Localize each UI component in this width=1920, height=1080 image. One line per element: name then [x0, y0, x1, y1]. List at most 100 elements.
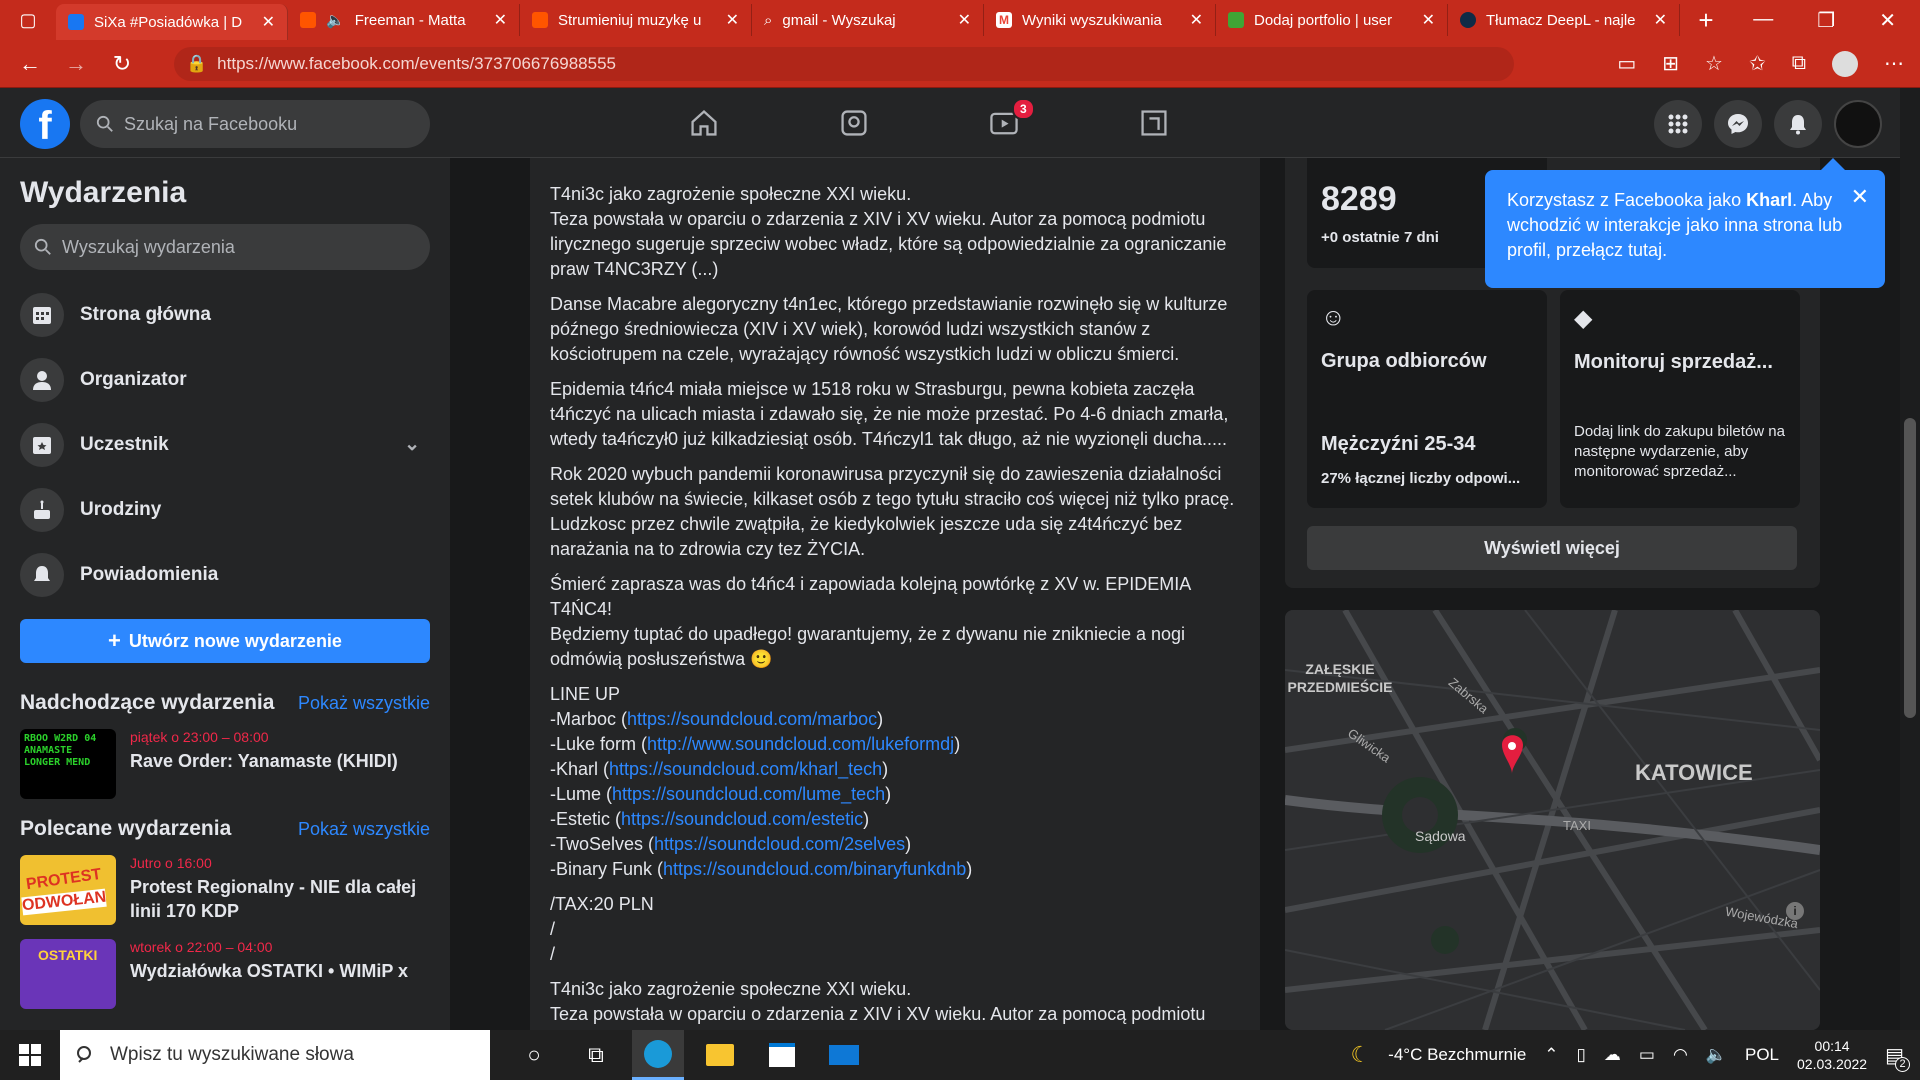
- close-tab-icon[interactable]: ✕: [1654, 10, 1667, 30]
- sidebar-item-participant[interactable]: Uczestnik ⌄: [20, 412, 430, 477]
- favorites-icon[interactable]: ✩: [1749, 51, 1766, 76]
- notifications-icon[interactable]: [1774, 100, 1822, 148]
- lineup-link[interactable]: https://soundcloud.com/2selves: [654, 834, 905, 854]
- lineup-block: LINE UP -Marboc (https://soundcloud.com/…: [550, 682, 1240, 882]
- forward-icon[interactable]: →: [62, 51, 90, 77]
- app-available-icon[interactable]: ▭: [1617, 51, 1636, 76]
- browser-tab-1[interactable]: SiXa #Posiadówka | D ✕: [56, 4, 288, 40]
- more-menu-icon[interactable]: ⋯: [1884, 51, 1904, 76]
- lineup-link[interactable]: https://soundcloud.com/estetic: [621, 809, 863, 829]
- bell-icon: [1790, 115, 1806, 135]
- close-tab-icon[interactable]: ✕: [262, 12, 275, 32]
- messenger-icon[interactable]: [1714, 100, 1762, 148]
- create-event-button[interactable]: + Utwórz nowe wydarzenie: [20, 619, 430, 663]
- sales-card[interactable]: ◆ Monitoruj sprzedaż... Dodaj link do za…: [1560, 290, 1800, 508]
- pages-nav-button[interactable]: [810, 88, 898, 158]
- close-icon[interactable]: ✕: [1851, 184, 1869, 209]
- facebook-logo-icon[interactable]: f: [20, 99, 70, 149]
- create-event-label: Utwórz nowe wydarzenie: [128, 630, 342, 651]
- close-tab-icon[interactable]: ✕: [726, 10, 739, 30]
- wifi-icon[interactable]: ◠: [1673, 1045, 1688, 1065]
- minimize-icon[interactable]: —: [1753, 8, 1773, 33]
- chevron-down-icon[interactable]: ⌄: [404, 433, 420, 456]
- volume-icon[interactable]: 🔈: [1706, 1045, 1727, 1065]
- sidebar-item-home[interactable]: Strona główna: [20, 282, 430, 347]
- search-favicon-icon: ⌕: [764, 11, 773, 29]
- gaming-nav-button[interactable]: [1110, 88, 1198, 158]
- menu-grid-icon[interactable]: [1654, 100, 1702, 148]
- new-tab-icon[interactable]: +: [1680, 0, 1732, 45]
- lineup-link[interactable]: https://soundcloud.com/binaryfunkdnb: [663, 859, 966, 879]
- taskbar-search-input[interactable]: Wpisz tu wyszukiwane słowa: [60, 1030, 490, 1080]
- edge-icon[interactable]: [632, 1030, 684, 1080]
- event-item[interactable]: RBOO W2RD 04 ANAMASTE LONGER MEND piątek o…: [20, 729, 430, 799]
- url-field[interactable]: 🔒 https://www.facebook.com/events/373706…: [174, 46, 1514, 81]
- speaker-icon[interactable]: 🔈: [326, 11, 345, 29]
- device-icon[interactable]: ▯: [1577, 1045, 1586, 1065]
- taskbar-search-placeholder: Wpisz tu wyszukiwane słowa: [110, 1044, 354, 1065]
- browser-tab-3[interactable]: Strumieniuj muzykę u ✕: [520, 4, 752, 36]
- clock[interactable]: 00:14 02.03.2022: [1797, 1037, 1867, 1073]
- file-explorer-icon[interactable]: [694, 1030, 746, 1080]
- lineup-link[interactable]: http://www.soundcloud.com/lukeformdj: [647, 734, 954, 754]
- upcoming-show-all-link[interactable]: Pokaż wszystkie: [298, 693, 430, 714]
- browser-tab-2[interactable]: 🔈 Freeman - Matta ✕: [288, 4, 520, 36]
- browser-profile-icon[interactable]: [1832, 50, 1858, 77]
- show-more-button[interactable]: Wyświetl więcej: [1307, 526, 1797, 570]
- switch-profile-tooltip[interactable]: Korzystasz z Facebooka jako Kharl. Aby w…: [1485, 158, 1885, 288]
- lock-icon[interactable]: 🔒: [186, 54, 207, 74]
- refresh-icon[interactable]: ↻: [108, 51, 136, 77]
- event-location-map[interactable]: ZAŁĘSKIE PRZEDMIEŚCIE Zabrska Gliwicka K…: [1285, 610, 1820, 1030]
- close-tab-icon[interactable]: ✕: [1190, 10, 1203, 30]
- watch-nav-button[interactable]: 3: [960, 88, 1048, 158]
- onedrive-icon[interactable]: ☁: [1604, 1045, 1621, 1065]
- recommended-show-all-link[interactable]: Pokaż wszystkie: [298, 819, 430, 840]
- store-icon[interactable]: [756, 1030, 808, 1080]
- home-nav-button[interactable]: [660, 88, 748, 158]
- windows-start-icon[interactable]: [0, 1030, 60, 1080]
- close-tab-icon[interactable]: ✕: [958, 10, 971, 30]
- close-tab-icon[interactable]: ✕: [1422, 10, 1435, 30]
- lineup-link[interactable]: https://soundcloud.com/kharl_tech: [609, 759, 882, 779]
- event-item[interactable]: PROTEST ODWOŁAN Jutro o 16:00 Protest Re…: [20, 855, 430, 925]
- collections-icon[interactable]: ⧉: [1792, 52, 1806, 75]
- map-info-icon[interactable]: i: [1786, 902, 1804, 920]
- close-window-icon[interactable]: ✕: [1879, 8, 1896, 33]
- account-avatar[interactable]: [1834, 100, 1882, 148]
- moon-weather-icon[interactable]: ☾: [1350, 1042, 1370, 1068]
- browser-tab-5[interactable]: M Wyniki wyszukiwania ✕: [984, 4, 1216, 36]
- notification-center-icon[interactable]: ▤ 2: [1885, 1043, 1910, 1072]
- sidebar-item-label: Powiadomienia: [80, 563, 219, 585]
- cortana-icon[interactable]: ○: [508, 1030, 560, 1080]
- task-view-icon[interactable]: ⧉: [570, 1030, 622, 1080]
- add-favorite-icon[interactable]: ☆: [1705, 51, 1723, 76]
- sidebar-item-birthdays[interactable]: Urodziny: [20, 477, 430, 542]
- sidebar-item-organizer[interactable]: Organizator: [20, 347, 430, 412]
- scrollbar-thumb[interactable]: [1904, 418, 1916, 718]
- facebook-search-input[interactable]: Szukaj na Facebooku: [80, 100, 430, 148]
- lineup-link[interactable]: https://soundcloud.com/marboc: [627, 709, 877, 729]
- language-indicator[interactable]: POL: [1745, 1045, 1779, 1065]
- browser-tab-7[interactable]: Tłumacz DeepL - najle ✕: [1448, 4, 1680, 36]
- event-description: T4ni3c jako zagrożenie społeczne XXI wie…: [530, 158, 1260, 1030]
- restore-icon[interactable]: ❐: [1817, 8, 1835, 33]
- audience-card[interactable]: ☺ Grupa odbiorców Mężczyźni 25-34 27% łą…: [1307, 290, 1547, 508]
- battery-icon[interactable]: ▭: [1639, 1045, 1655, 1065]
- event-item[interactable]: OSTATKI wtorek o 22:00 – 04:00 Wydziałów…: [20, 939, 430, 1009]
- extension-icon[interactable]: ⊞: [1662, 51, 1679, 76]
- chevron-up-icon[interactable]: ⌃: [1544, 1045, 1558, 1065]
- lineup-link[interactable]: https://soundcloud.com/lume_tech: [612, 784, 885, 804]
- notification-count: 2: [1895, 1056, 1910, 1072]
- mail-icon[interactable]: [818, 1030, 870, 1080]
- url-text[interactable]: https://www.facebook.com/events/37370667…: [217, 54, 616, 74]
- sales-title: Monitoruj sprzedaż...: [1574, 351, 1773, 373]
- weather-text[interactable]: -4°C Bezchmurnie: [1388, 1045, 1526, 1065]
- page-scrollbar[interactable]: [1900, 88, 1920, 1030]
- tab-actions-icon[interactable]: ▢: [0, 0, 56, 45]
- browser-tab-4[interactable]: ⌕ gmail - Wyszukaj ✕: [752, 4, 984, 36]
- back-icon[interactable]: ←: [16, 51, 44, 77]
- browser-tab-6[interactable]: Dodaj portfolio | user ✕: [1216, 4, 1448, 36]
- events-search-input[interactable]: Wyszukaj wydarzenia: [20, 224, 430, 270]
- sidebar-item-notifications[interactable]: Powiadomienia: [20, 542, 430, 607]
- close-tab-icon[interactable]: ✕: [494, 10, 507, 30]
